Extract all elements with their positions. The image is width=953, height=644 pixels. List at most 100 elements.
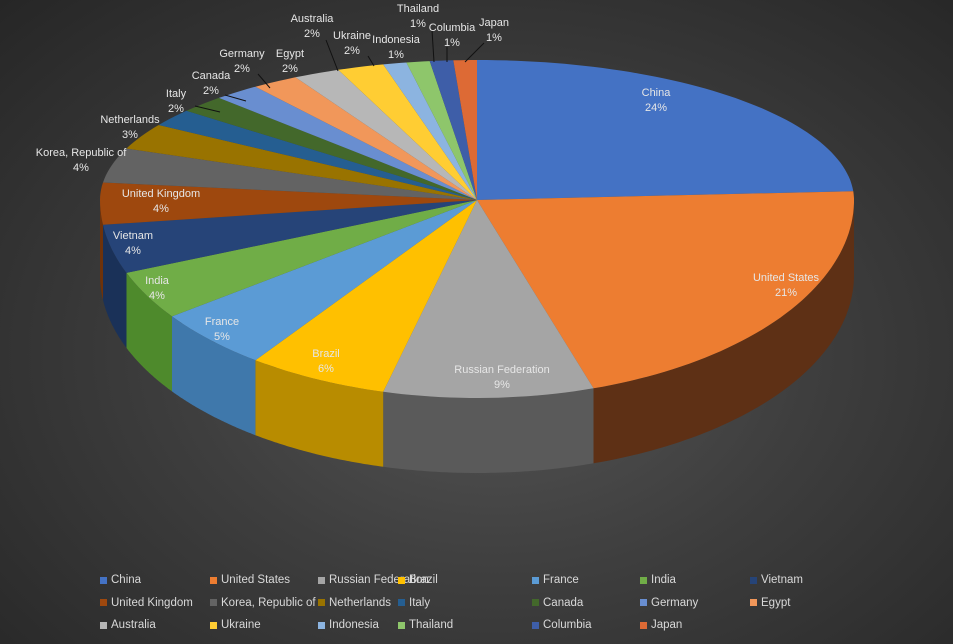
legend-swatch [640,621,647,629]
data-label-name-japan: Japan [479,17,509,29]
legend-item[interactable]: France [532,574,579,586]
data-label-pct-united-kingdom: 4% [153,203,169,215]
data-label-name-brazil: Brazil [312,348,340,360]
legend-swatch [318,621,325,629]
data-label-pct-columbia: 1% [444,37,460,49]
pie-chart: China 24% United States 21% Russian Federati… [36,3,854,473]
legend-row: United Kingdom Korea, Republic of Netherla… [100,597,860,620]
legend-label: Korea, Republic of [221,596,316,609]
data-label-name-thailand: Thailand [397,3,439,15]
data-label-pct-brazil: 6% [318,363,334,375]
leader-line-ukraine [367,55,375,67]
legend-item[interactable]: China [100,574,141,586]
legend-item[interactable]: Netherlands [318,597,391,609]
legend-label: Columbia [543,619,592,631]
legend-swatch [210,576,217,584]
data-label-name-egypt: Egypt [276,48,304,60]
legend-label: Ukraine [221,619,261,631]
leader-line-thailand [431,29,435,63]
legend-swatch [100,599,107,606]
leader-line-japan [464,42,485,63]
data-label-pct-italy: 2% [168,103,184,115]
data-label-pct-netherlands: 3% [122,129,138,141]
legend-label: United Kingdom [111,596,193,609]
legend-item[interactable]: Egypt [750,597,790,609]
legend-item[interactable]: Japan [640,619,682,631]
data-label-name-indonesia: Indonesia [372,34,421,46]
legend-item[interactable]: Vietnam [750,574,803,586]
legend-label: United States [221,574,291,586]
legend-label: Thailand [409,619,454,631]
legend-item[interactable]: Korea, Republic of [210,597,316,609]
legend: China United States Russian Federation Braz… [100,574,860,642]
data-label-pct-russian-federation: 9% [494,379,510,391]
legend-item[interactable]: Indonesia [318,619,379,631]
legend-item[interactable]: Brazil [398,574,438,586]
legend-label: Egypt [761,596,791,609]
legend-swatch [640,576,647,584]
legend-label: Vietnam [761,574,803,586]
legend-label: France [543,574,579,586]
legend-label: Japan [651,619,683,631]
legend-swatch [318,576,325,584]
data-label-name-germany: Germany [219,48,265,60]
data-label-pct-china: 24% [645,102,667,114]
data-label-name-russian-federation: Russian Federation [454,364,549,376]
legend-item[interactable]: Thailand [398,619,453,631]
legend-swatch [398,576,405,584]
legend-label: India [651,574,676,586]
legend-swatch [532,621,539,629]
legend-item[interactable]: United States [210,574,290,586]
data-label-pct-thailand: 1% [410,18,426,30]
legend-item[interactable]: Italy [398,597,430,609]
legend-item[interactable]: India [640,574,676,586]
leader-line-australia [325,39,339,72]
legend-swatch [100,576,107,584]
legend-row: China United States Russian Federation Braz… [100,574,860,597]
data-label-pct-france: 5% [214,331,230,343]
legend-label: Australia [111,619,156,631]
data-label-pct-indonesia: 1% [388,49,404,61]
data-label-name-united-states: United States [753,272,820,284]
data-label-pct-japan: 1% [486,32,502,44]
legend-label: China [111,574,142,586]
legend-label: Netherlands [329,596,392,609]
legend-item[interactable]: Columbia [532,619,592,631]
legend-item[interactable]: Ukraine [210,619,261,631]
legend-swatch [210,599,217,606]
data-label-pct-egypt: 2% [282,63,298,75]
pie-slice-china[interactable] [477,60,854,200]
data-label-name-columbia: Columbia [429,22,476,34]
legend-label: Italy [409,596,431,609]
legend-label: Indonesia [329,619,379,631]
legend-item[interactable]: Australia [100,619,156,631]
legend-swatch [750,599,757,606]
legend-label: Canada [543,596,584,609]
legend-swatch [100,621,107,629]
legend-swatch [640,599,647,606]
data-label-name-ukraine: Ukraine [333,30,371,42]
legend-row: Australia Ukraine Indonesia Thailand Columbi… [100,619,860,642]
data-label-name-australia: Australia [291,13,335,25]
legend-swatch [210,621,217,629]
data-label-pct-australia: 2% [304,28,320,40]
legend-swatch [318,599,325,606]
data-label-pct-vietnam: 4% [125,245,141,257]
legend-swatch [532,576,539,584]
data-label-name-italy: Italy [166,88,187,100]
legend-item[interactable]: Canada [532,597,583,609]
data-label-name-united-kingdom: United Kingdom [122,188,200,200]
legend-item[interactable]: Germany [640,597,698,609]
data-label-name-canada: Canada [192,70,231,82]
legend-item[interactable]: United Kingdom [100,597,193,609]
legend-swatch [750,576,757,584]
data-label-pct-canada: 2% [203,85,219,97]
data-label-name-china: China [642,87,672,99]
legend-swatch [398,621,405,629]
data-label-name-france: France [205,316,239,328]
data-label-pct-india: 4% [149,290,165,302]
data-label-pct-germany: 2% [234,63,250,75]
data-label-pct-korea-republic-of: 4% [73,162,89,174]
pie-side-russian-federation [383,388,594,473]
legend-label: Germany [651,596,699,609]
